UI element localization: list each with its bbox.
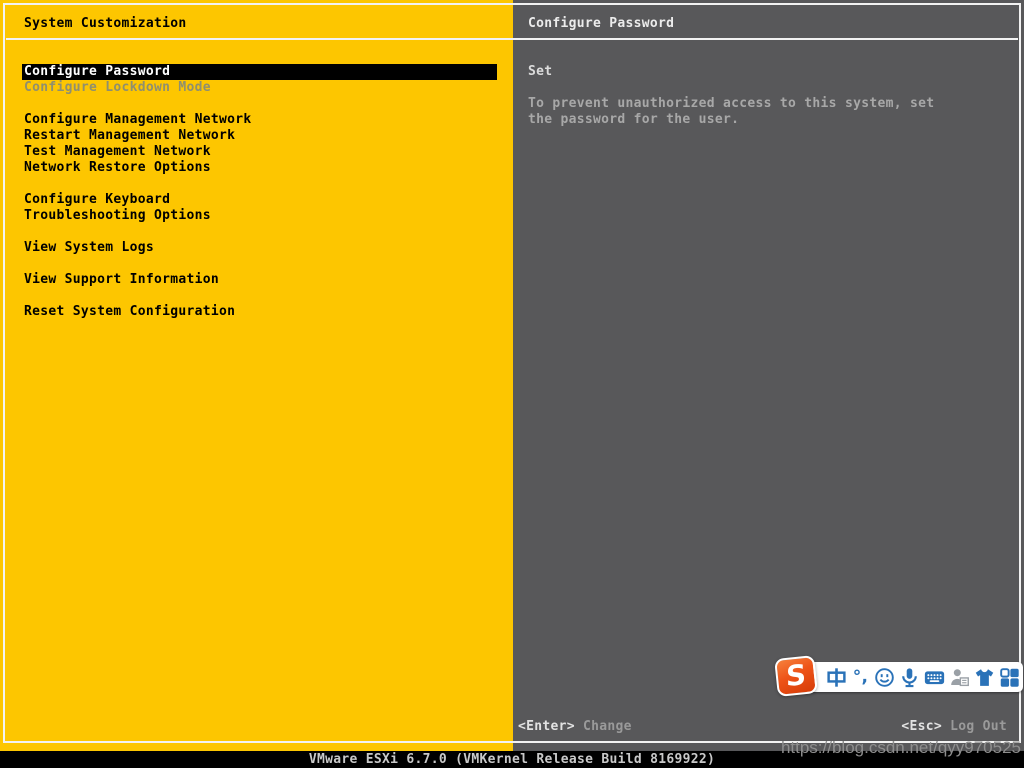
menu-group: Configure PasswordConfigure Lockdown Mod… <box>0 64 513 96</box>
menu-item-view-support-information[interactable]: View Support Information <box>22 272 497 288</box>
esc-logout-hint: <Esc> Log Out <box>901 719 1007 735</box>
menu-item-network-restore-options[interactable]: Network Restore Options <box>22 160 497 176</box>
enter-key-label: <Enter> <box>518 719 575 734</box>
menu-group: Reset System Configuration <box>0 304 513 320</box>
punctuation-mode-icon[interactable]: °, <box>851 666 870 688</box>
change-action-label: Change <box>583 719 632 734</box>
menu-group: View System Logs <box>0 240 513 256</box>
description-text: To prevent unauthorized access to this s… <box>528 96 966 128</box>
detail-panel-title: Configure Password <box>528 16 674 32</box>
menu-item-configure-lockdown-mode[interactable]: Configure Lockdown Mode <box>22 80 497 96</box>
title-underline <box>6 38 1018 40</box>
menu-item-configure-management-network[interactable]: Configure Management Network <box>22 112 497 128</box>
menu-group: Configure Management NetworkRestart Mana… <box>0 112 513 176</box>
system-customization-panel: System Customization Configure PasswordC… <box>0 0 513 751</box>
password-status-label: Set <box>528 64 552 80</box>
detail-panel: Configure Password Set To prevent unauth… <box>513 0 1024 751</box>
chinese-mode-icon[interactable] <box>826 666 847 688</box>
voice-input-icon[interactable] <box>899 666 920 688</box>
skin-icon[interactable] <box>974 666 995 688</box>
menu-item-restart-management-network[interactable]: Restart Management Network <box>22 128 497 144</box>
toolbox-icon[interactable] <box>999 666 1020 688</box>
menu-item-configure-keyboard[interactable]: Configure Keyboard <box>22 192 497 208</box>
sogou-logo-icon[interactable]: S <box>774 655 818 697</box>
system-customization-menu: Configure PasswordConfigure Lockdown Mod… <box>0 64 513 336</box>
logout-action-label: Log Out <box>950 719 1007 734</box>
menu-group: Configure KeyboardTroubleshooting Option… <box>0 192 513 224</box>
soft-keyboard-icon[interactable] <box>924 666 945 688</box>
sogou-logo-letter: S <box>786 658 806 694</box>
left-panel-title: System Customization <box>24 16 187 32</box>
menu-item-troubleshooting-options[interactable]: Troubleshooting Options <box>22 208 497 224</box>
menu-group: View Support Information <box>0 272 513 288</box>
menu-item-test-management-network[interactable]: Test Management Network <box>22 144 497 160</box>
watermark-text: https://blog.csdn.net/qyy970525 <box>781 738 1021 758</box>
menu-item-view-system-logs[interactable]: View System Logs <box>22 240 497 256</box>
menu-item-reset-system-configuration[interactable]: Reset System Configuration <box>22 304 497 320</box>
enter-change-hint: <Enter> Change <box>518 719 632 735</box>
clipboard-user-icon[interactable] <box>949 666 970 688</box>
ime-toolbar[interactable]: °, <box>800 662 1023 692</box>
emoji-icon[interactable] <box>874 666 895 688</box>
menu-item-configure-password[interactable]: Configure Password <box>22 64 497 80</box>
dcui-screen: System Customization Configure PasswordC… <box>0 0 1024 768</box>
esc-key-label: <Esc> <box>901 719 942 734</box>
